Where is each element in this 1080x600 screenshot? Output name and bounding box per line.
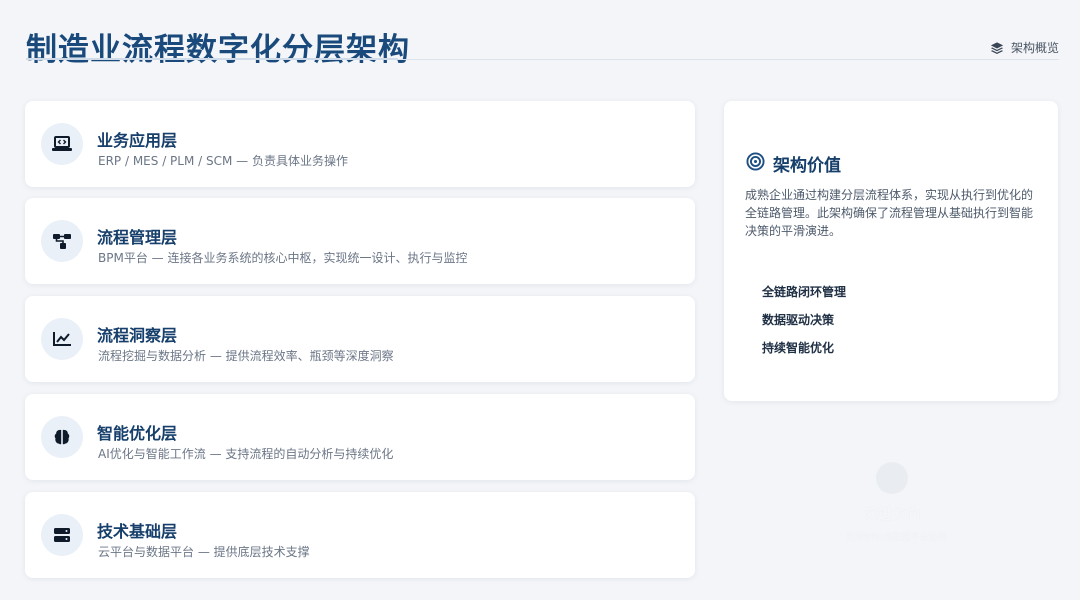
value-panel-header: 架构价值 (746, 151, 841, 176)
value-point: 数据驱动决策 (762, 313, 835, 327)
layer-name: 流程管理层 (97, 228, 178, 247)
layer-name: 流程洞察层 (97, 326, 178, 345)
brain-icon (41, 416, 83, 458)
faded-subtitle: • 支持BPM与数据平台协同 (837, 533, 947, 543)
value-panel-description: 成熟企业通过构建分层流程体系，实现从执行到优化的全链路管理。此架构确保了流程管理… (745, 188, 1034, 238)
page-title: 制造业流程数字化分层架构 (26, 32, 410, 68)
layer-card-business[interactable]: 业务应用层 ERP / MES / PLM / SCM — 负责具体业务操作 (25, 101, 695, 187)
layers-icon (990, 41, 1004, 55)
target-icon (746, 152, 765, 175)
faded-circle-icon (876, 462, 908, 494)
layer-card-process-management[interactable]: 流程管理层 BPM平台 — 连接各业务系统的核心中枢，实现统一设计、执行与监控 (25, 198, 695, 284)
layer-card-process-insight[interactable]: 流程洞察层 流程挖掘与数据分析 — 提供流程效率、瓶颈等深度洞察 (25, 296, 695, 382)
layer-description: AI优化与智能工作流 — 支持流程的自动分析与持续优化 (98, 447, 394, 461)
value-point: 持续智能优化 (762, 341, 835, 355)
layer-name: 业务应用层 (97, 131, 178, 150)
layer-description: 云平台与数据平台 — 提供底层技术支撑 (98, 545, 310, 559)
nav-label: 架构概览 (1010, 41, 1059, 55)
faded-evolution-card: 演进方向 • 支持BPM与数据平台协同 (826, 462, 958, 543)
layer-name: 智能优化层 (97, 424, 178, 443)
nav-architecture-overview[interactable]: 架构概览 (990, 39, 1059, 56)
architecture-value-panel: 架构价值 成熟企业通过构建分层流程体系，实现从执行到优化的全链路管理。此架构确保… (724, 101, 1058, 401)
layer-card-intelligent-optimization[interactable]: 智能优化层 AI优化与智能工作流 — 支持流程的自动分析与持续优化 (25, 394, 695, 480)
value-point: 全链路闭环管理 (762, 285, 847, 299)
laptop-code-icon (41, 123, 83, 165)
layer-description: 流程挖掘与数据分析 — 提供流程效率、瓶颈等深度洞察 (98, 349, 394, 363)
server-icon (41, 514, 83, 556)
sitemap-icon (41, 220, 83, 262)
chart-line-icon (41, 318, 83, 360)
title-underline (26, 58, 398, 60)
layer-description: ERP / MES / PLM / SCM — 负责具体业务操作 (98, 154, 348, 168)
layer-description: BPM平台 — 连接各业务系统的核心中枢，实现统一设计、执行与监控 (98, 251, 468, 265)
layer-card-tech-foundation[interactable]: 技术基础层 云平台与数据平台 — 提供底层技术支撑 (25, 492, 695, 578)
value-panel-title: 架构价值 (773, 156, 841, 176)
faded-title: 演进方向 (864, 507, 920, 523)
layer-name: 技术基础层 (97, 522, 178, 541)
